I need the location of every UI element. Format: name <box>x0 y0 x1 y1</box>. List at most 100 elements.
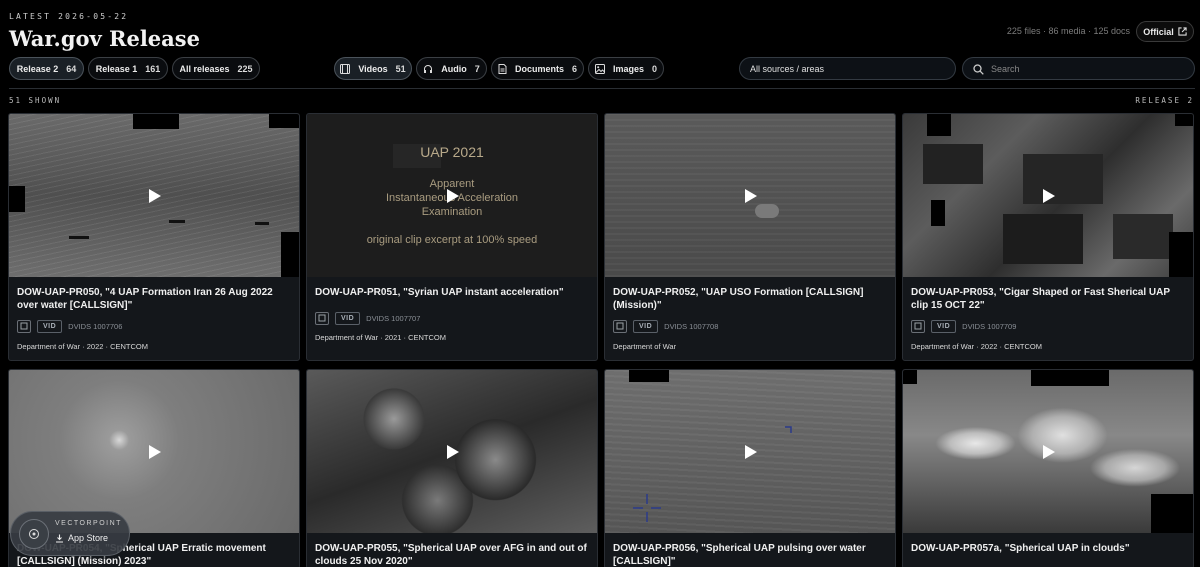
media-card[interactable]: DOW-UAP-PR056, "Spherical UAP pulsing ov… <box>604 369 896 567</box>
redaction-block <box>903 370 917 384</box>
filter-label: Audio <box>441 63 467 74</box>
filter-count: 0 <box>652 63 658 74</box>
uap-object <box>255 222 269 225</box>
crosshair-icon <box>633 494 661 522</box>
results-release: RELEASE 2 <box>1135 96 1194 105</box>
filter-label: Images <box>612 63 644 74</box>
filter-count: 7 <box>474 63 480 74</box>
card-title[interactable]: DOW-UAP-PR057a, "Spherical UAP in clouds… <box>911 542 1187 555</box>
filter-release-2[interactable]: Release 2 64 <box>9 57 84 80</box>
media-card[interactable]: DOW-UAP-PR052, "UAP USO Formation [CALLS… <box>604 113 896 361</box>
overlay-text: Examination <box>421 206 483 218</box>
video-thumbnail[interactable] <box>903 370 1193 533</box>
redaction-block <box>927 114 951 136</box>
card-title[interactable]: DOW-UAP-PR055, "Spherical UAP over AFG i… <box>315 542 591 567</box>
filter-all-releases[interactable]: All releases 225 <box>172 57 260 80</box>
film-icon <box>17 319 31 333</box>
video-thumbnail[interactable]: UAP 2021 Apparent Instantaneous Accelera… <box>307 114 597 277</box>
redaction-block <box>931 200 945 226</box>
building-shape <box>1003 214 1083 264</box>
play-icon[interactable] <box>1040 444 1056 460</box>
official-label: Official <box>1143 26 1174 37</box>
vectorpoint-logo-icon <box>19 519 49 549</box>
redaction-block <box>9 186 25 212</box>
filter-count: 161 <box>145 63 161 74</box>
vid-badge: VID <box>37 319 63 333</box>
filter-audio[interactable]: Audio 7 <box>416 57 487 80</box>
media-card[interactable]: UAP 2021 Apparent Instantaneous Accelera… <box>306 113 598 361</box>
video-thumbnail[interactable] <box>9 370 299 533</box>
card-meta: VID DVIDS 1007708 <box>613 319 718 333</box>
video-thumbnail[interactable] <box>307 370 597 533</box>
redaction-block <box>133 114 179 129</box>
media-card[interactable]: DOW-UAP-PR050, "4 UAP Formation Iran 26 … <box>8 113 300 361</box>
card-title[interactable]: DOW-UAP-PR050, "4 UAP Formation Iran 26 … <box>17 286 293 312</box>
media-card[interactable]: DOW-UAP-PR053, "Cigar Shaped or Fast She… <box>902 113 1194 361</box>
search-icon <box>973 64 984 75</box>
app-store-link[interactable]: App Store <box>55 533 108 543</box>
dvids-id: DVIDS 1007706 <box>68 321 123 331</box>
filter-videos[interactable]: Videos 51 <box>334 57 412 80</box>
filter-documents[interactable]: Documents 6 <box>491 57 584 80</box>
card-title[interactable]: DOW-UAP-PR051, "Syrian UAP instant accel… <box>315 286 591 299</box>
search-input[interactable]: Search <box>962 57 1195 80</box>
play-icon[interactable] <box>444 444 460 460</box>
media-card[interactable]: DOW-UAP-PR055, "Spherical UAP over AFG i… <box>306 369 598 567</box>
film-icon <box>315 311 329 325</box>
redaction-block <box>629 370 669 382</box>
filter-label: All releases <box>179 63 230 74</box>
results-count: 51 SHOWN <box>9 96 62 105</box>
video-thumbnail[interactable] <box>9 114 299 277</box>
card-title[interactable]: DOW-UAP-PR053, "Cigar Shaped or Fast She… <box>911 286 1187 312</box>
headphones-icon <box>424 64 433 73</box>
play-icon[interactable] <box>146 444 162 460</box>
redaction-block <box>1169 232 1193 277</box>
video-thumbnail[interactable] <box>903 114 1193 277</box>
redaction-block <box>269 114 299 128</box>
vid-badge: VID <box>335 311 361 325</box>
card-source: Department of War · 2022 · CENTCOM <box>17 342 149 351</box>
app-store-badge[interactable]: VECTORPOINT App Store <box>10 511 130 556</box>
redaction-block <box>1031 370 1109 386</box>
vid-badge: VID <box>633 319 659 333</box>
document-icon <box>498 63 507 74</box>
play-icon[interactable] <box>1040 188 1056 204</box>
card-title[interactable]: DOW-UAP-PR056, "Spherical UAP pulsing ov… <box>613 542 889 567</box>
redaction-block <box>1175 114 1193 126</box>
dvids-id: DVIDS 1007709 <box>962 321 1017 331</box>
latest-date: LATEST 2026-05-22 <box>9 12 129 21</box>
card-meta: VID DVIDS 1007709 <box>911 319 1016 333</box>
play-icon[interactable] <box>146 188 162 204</box>
play-icon[interactable] <box>742 188 758 204</box>
filter-release-1[interactable]: Release 1 161 <box>88 57 168 80</box>
filter-images[interactable]: Images 0 <box>588 57 664 80</box>
play-icon[interactable] <box>742 444 758 460</box>
film-icon <box>911 319 925 333</box>
film-icon <box>340 63 351 74</box>
source-area-select[interactable]: All sources / areas <box>739 57 956 80</box>
media-card[interactable]: DOW-UAP-PR057a, "Spherical UAP in clouds… <box>902 369 1194 567</box>
card-title[interactable]: DOW-UAP-PR052, "UAP USO Formation [CALLS… <box>613 286 889 312</box>
video-thumbnail[interactable] <box>605 370 895 533</box>
page-title: War.gov Release <box>9 26 200 51</box>
dvids-id: DVIDS 1007707 <box>366 313 421 323</box>
image-icon <box>594 63 605 74</box>
dvids-id: DVIDS 1007708 <box>664 321 719 331</box>
card-meta: VID DVIDS 1007706 <box>17 319 122 333</box>
card-source: Department of War <box>613 342 677 351</box>
filter-label: Release 1 <box>95 63 138 74</box>
redaction-block <box>1151 494 1193 533</box>
uap-object <box>169 220 185 223</box>
filter-label: Release 2 <box>16 63 59 74</box>
filter-count: 6 <box>572 63 578 74</box>
vid-badge: VID <box>931 319 957 333</box>
video-thumbnail[interactable] <box>605 114 895 277</box>
film-icon <box>613 319 627 333</box>
card-meta: VID DVIDS 1007707 <box>315 311 420 325</box>
filter-count: 51 <box>395 63 406 74</box>
building-shape <box>1023 154 1103 204</box>
uap-object <box>69 236 89 239</box>
play-icon[interactable] <box>444 188 460 204</box>
filter-label: Videos <box>358 63 388 74</box>
official-link-button[interactable]: Official <box>1136 21 1194 42</box>
